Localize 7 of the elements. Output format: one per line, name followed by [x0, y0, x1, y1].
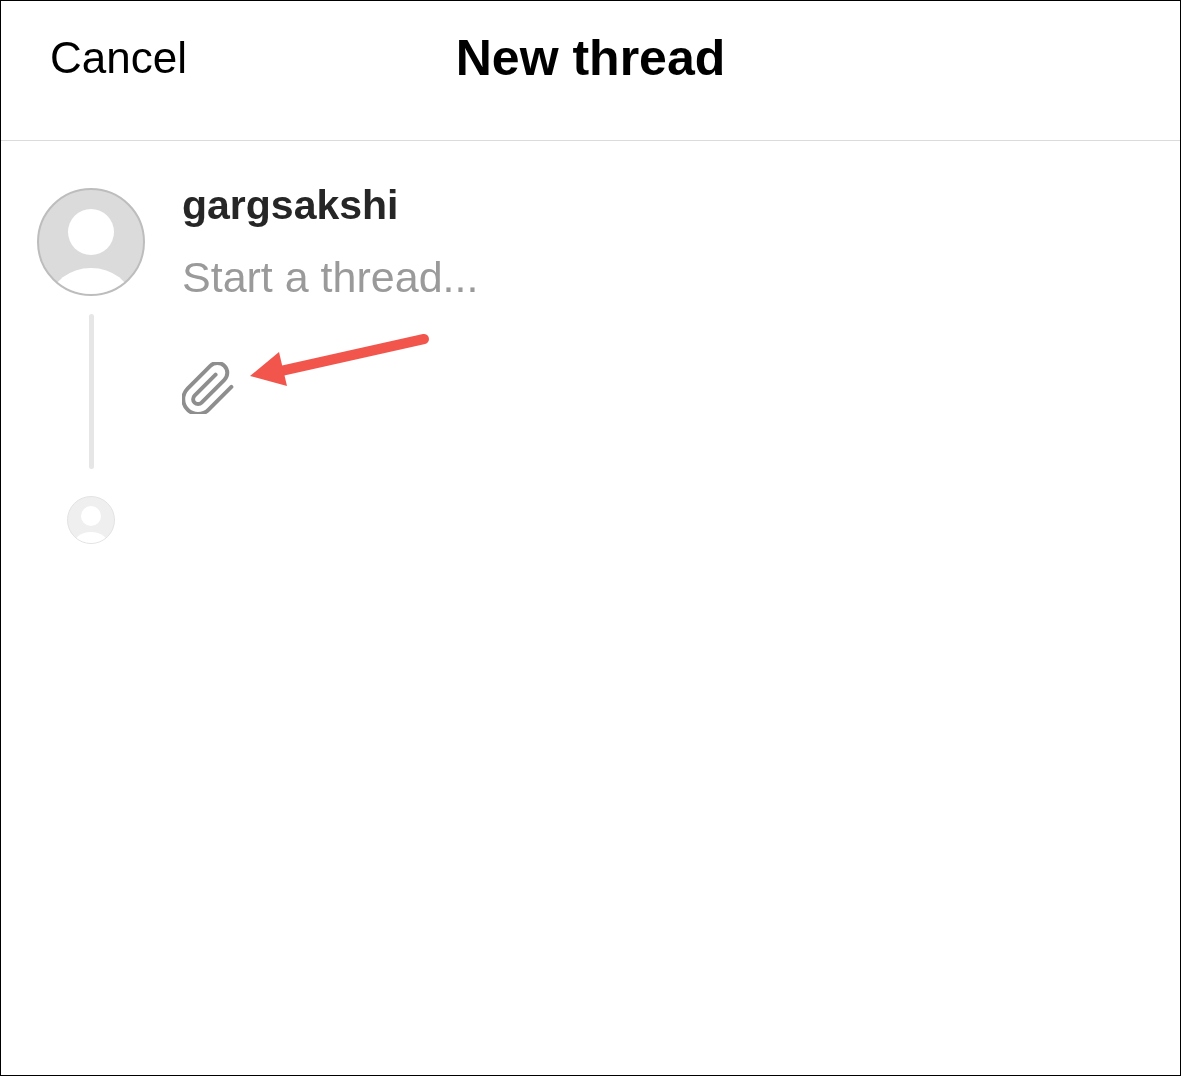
thread-text-field[interactable]: Start a thread... [182, 252, 782, 304]
small-avatar-icon [67, 496, 115, 544]
cancel-button[interactable]: Cancel [50, 33, 187, 84]
paperclip-icon[interactable] [182, 361, 234, 414]
avatar-icon [37, 188, 145, 296]
username: gargsakshi [182, 182, 399, 230]
screen-title: New thread [455, 29, 726, 88]
